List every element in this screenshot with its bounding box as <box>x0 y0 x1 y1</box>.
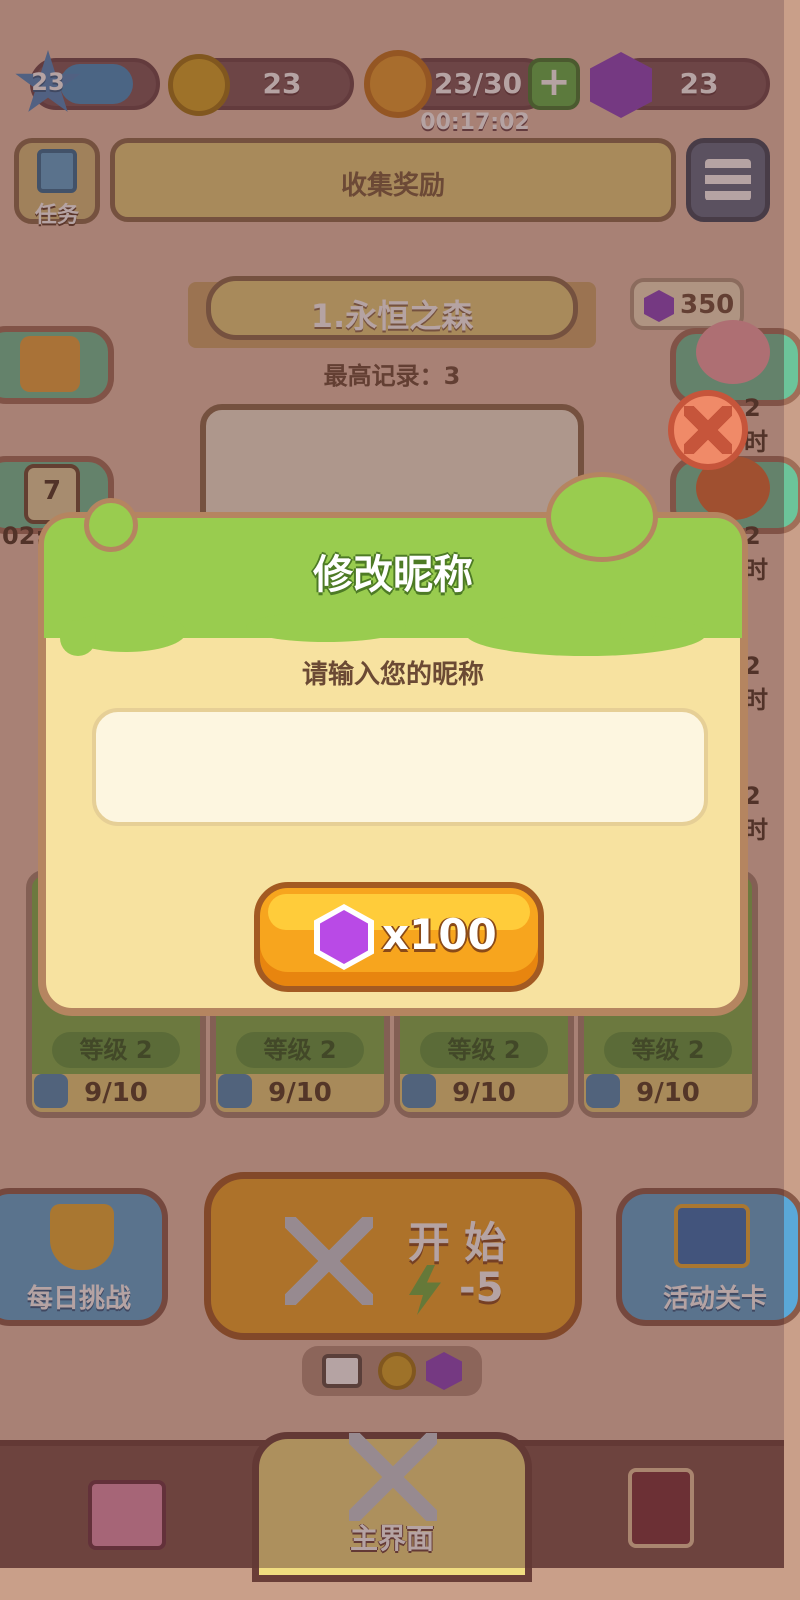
goo-drip-2 <box>246 612 406 642</box>
rename-cost: x100 <box>382 910 497 959</box>
dialog-prompt: 请输入您的昵称 <box>301 660 484 690</box>
dialog-title: 修改昵称 <box>313 552 473 598</box>
goo-dot-1 <box>60 620 96 656</box>
goo-dot-2 <box>620 610 656 646</box>
goo-drip-3 <box>466 612 706 656</box>
confirm-rename-button[interactable]: x100 <box>254 882 544 992</box>
close-icon <box>684 406 732 454</box>
rename-dialog: 修改昵称 请输入您的昵称 x100 <box>38 472 748 1016</box>
nickname-input[interactable] <box>92 708 708 826</box>
close-button[interactable] <box>668 390 748 470</box>
